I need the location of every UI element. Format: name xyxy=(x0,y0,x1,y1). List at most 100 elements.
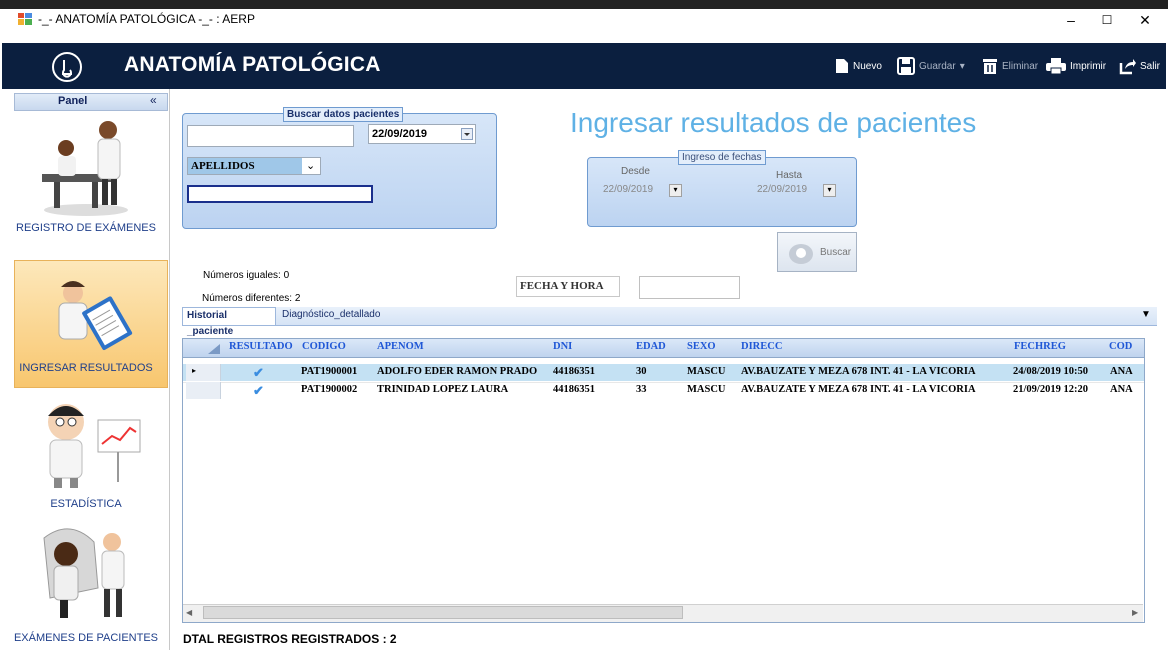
doctor-chart-icon xyxy=(48,404,141,488)
hasta-value: 22/09/2019 xyxy=(757,184,808,195)
search-text-input[interactable] xyxy=(187,125,354,147)
save-icon xyxy=(897,57,915,75)
cell-direcc: AV.BAUZATE Y MEZA 678 INT. 41 - LA VICOR… xyxy=(741,384,976,395)
sidebar-item-examenes[interactable] xyxy=(14,518,168,630)
cell-apenom: ADOLFO EDER RAMON PRADO xyxy=(377,366,538,377)
cell-dni: 44186351 xyxy=(553,366,595,377)
column-header[interactable]: SEXO xyxy=(687,341,716,352)
column-header[interactable]: APENOM xyxy=(377,341,424,352)
doctor-clipboard-icon xyxy=(58,281,133,351)
total-registros: DTAL REGISTROS REGISTRADOS : 2 xyxy=(183,632,397,646)
salir-label: Salir xyxy=(1140,60,1161,72)
name-input[interactable] xyxy=(187,185,373,203)
sidebar-item-label: EXÁMENES DE PACIENTES xyxy=(13,632,159,644)
result-check-icon[interactable]: ✔ xyxy=(253,365,264,381)
column-header[interactable]: EDAD xyxy=(636,341,666,352)
column-header[interactable]: RESULTADO xyxy=(229,341,293,352)
fecha-hora-label: FECHA Y HORA xyxy=(520,280,604,292)
iguales-count: Números iguales: 0 xyxy=(203,270,290,281)
field-select[interactable]: APELLIDOS ⌄ xyxy=(187,157,321,175)
desde-label: Desde xyxy=(621,166,650,177)
row-header[interactable]: ▸ xyxy=(186,364,221,381)
app-icon xyxy=(18,13,32,25)
select-all-corner-icon[interactable] xyxy=(190,342,220,359)
scrollbar-thumb[interactable] xyxy=(203,606,683,619)
search-group-caption: Buscar datos pacientes xyxy=(283,107,404,122)
cell-direcc: AV.BAUZATE Y MEZA 678 INT. 41 - LA VICOR… xyxy=(741,366,976,377)
sidebar-item-label: ESTADÍSTICA xyxy=(50,498,122,510)
cell-sexo: MASCU xyxy=(687,384,726,395)
nuevo-label: Nuevo xyxy=(853,60,882,72)
result-check-icon[interactable]: ✔ xyxy=(253,383,264,399)
scroll-left-icon[interactable]: ◀ xyxy=(186,608,192,617)
cell-codigo: PAT1900002 xyxy=(301,384,358,395)
desde-value: 22/09/2019 xyxy=(603,184,654,195)
calendar-dropdown-icon[interactable] xyxy=(461,128,473,140)
hasta-label: Hasta xyxy=(776,170,803,181)
nuevo-button[interactable]: Nuevo xyxy=(835,57,882,75)
printer-icon xyxy=(1046,58,1066,74)
doctor-patient-icon xyxy=(42,121,128,216)
doctor-exam-icon xyxy=(43,528,125,618)
chevron-down-icon: ⌄ xyxy=(306,160,316,172)
eliminar-label: Eliminar xyxy=(1002,60,1039,72)
column-header[interactable]: COD xyxy=(1109,341,1132,352)
cell-sexo: MASCU xyxy=(687,366,726,377)
calendar-dropdown-icon[interactable]: ▾ xyxy=(823,184,836,197)
exit-icon xyxy=(1119,59,1136,75)
imprimir-button[interactable]: Imprimir xyxy=(1046,57,1106,75)
fecha-hora-box: FECHA Y HORA xyxy=(516,276,620,297)
collapse-icon[interactable]: « xyxy=(150,93,157,107)
scroll-right-icon[interactable]: ▶ xyxy=(1132,608,1138,617)
new-file-icon xyxy=(836,59,848,73)
diferentes-count: Números diferentes: 2 xyxy=(202,293,301,304)
app-title: ANATOMÍA PATOLÓGICA xyxy=(124,53,381,76)
date-picker[interactable]: 22/09/2019 xyxy=(368,124,476,144)
fecha-hora-input[interactable] xyxy=(639,276,740,299)
trash-icon xyxy=(983,59,997,74)
row-selected-icon: ▸ xyxy=(192,366,197,375)
tabs-dropdown-icon[interactable]: ▼ xyxy=(1141,309,1151,320)
salir-button[interactable]: Salir xyxy=(1118,57,1160,75)
date-range-caption: Ingreso de fechas xyxy=(678,150,766,165)
maximize-button[interactable]: ☐ xyxy=(1092,10,1122,30)
cell-cod: ANA xyxy=(1110,366,1133,377)
guardar-label: Guardar xyxy=(919,60,956,72)
cell-fechreg: 24/08/2019 10:50 xyxy=(1013,366,1088,377)
panel-title: Panel xyxy=(58,95,88,107)
hasta-date-picker[interactable]: 22/09/2019 ▾ xyxy=(757,183,843,201)
minimize-button[interactable]: – xyxy=(1056,10,1086,30)
sidebar-item-label: INGRESAR RESULTADOS xyxy=(19,362,153,374)
date-value: 22/09/2019 xyxy=(372,128,428,140)
close-button[interactable]: ✕ xyxy=(1130,10,1160,30)
imprimir-label: Imprimir xyxy=(1070,60,1107,72)
cell-fechreg: 21/09/2019 12:20 xyxy=(1013,384,1088,395)
cell-apenom: TRINIDAD LOPEZ LAURA xyxy=(377,384,509,395)
field-select-value: APELLIDOS xyxy=(191,160,255,172)
column-header[interactable]: DNI xyxy=(553,341,572,352)
desde-date-picker[interactable]: 22/09/2019 ▾ xyxy=(603,183,689,201)
sidebar-item-label: REGISTRO DE EXÁMENES xyxy=(16,222,156,234)
eliminar-button[interactable]: Eliminar xyxy=(982,57,1038,75)
column-header[interactable]: CODIGO xyxy=(302,341,346,352)
chevron-down-icon: ▾ xyxy=(959,60,965,72)
column-header[interactable]: FECHREG xyxy=(1014,341,1066,352)
search-icon xyxy=(789,244,813,264)
logo-icon xyxy=(52,52,82,82)
cell-codigo: PAT1900001 xyxy=(301,366,358,377)
tab-historial-paciente[interactable]: Historial _paciente xyxy=(182,307,276,337)
sidebar-item-estadistica[interactable] xyxy=(14,392,168,504)
column-header[interactable]: DIRECC xyxy=(741,341,782,352)
cell-dni: 44186351 xyxy=(553,384,595,395)
row-header[interactable] xyxy=(186,382,221,399)
page-title: Ingresar resultados de pacientes xyxy=(570,107,977,138)
buscar-button[interactable]: Buscar xyxy=(777,232,857,272)
window-title: -_- ANATOMÍA PATOLÓGICA -_- : AERP xyxy=(38,12,255,26)
cell-edad: 33 xyxy=(636,384,647,395)
cell-edad: 30 xyxy=(636,366,647,377)
calendar-dropdown-icon[interactable]: ▾ xyxy=(669,184,682,197)
guardar-button[interactable]: Guardar ▾ xyxy=(897,57,965,75)
tab-diagnostico-detallado[interactable]: Diagnóstico_detallado xyxy=(282,309,380,320)
buscar-label: Buscar xyxy=(820,247,852,258)
cell-cod: ANA xyxy=(1110,384,1133,395)
